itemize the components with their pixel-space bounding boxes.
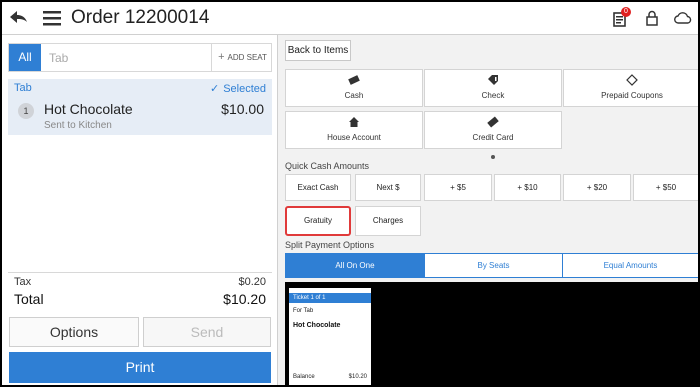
split-equal-amounts[interactable]: Equal Amounts bbox=[562, 254, 698, 277]
seat-bar: All +ADD SEAT bbox=[8, 43, 272, 72]
app-window: Order 12200014 0 All +ADD SEAT Tab ✓Sele… bbox=[2, 2, 698, 385]
pay-cash-label: Cash bbox=[344, 91, 364, 100]
cloud-icon[interactable] bbox=[674, 12, 692, 24]
pay-house-account-label: House Account bbox=[327, 133, 381, 142]
order-title: Order 12200014 bbox=[71, 7, 210, 28]
exact-cash-button[interactable]: Exact Cash bbox=[285, 174, 351, 201]
item-name: Hot Chocolate bbox=[44, 101, 133, 117]
pay-prepaid-coupons-label: Prepaid Coupons bbox=[601, 91, 663, 100]
ticket-preview-area: Ticket 1 of 1 For Tab Hot Chocolate Bala… bbox=[285, 282, 698, 385]
tax-label: Tax bbox=[14, 276, 32, 288]
ticket-balance-label: Balance bbox=[293, 374, 315, 380]
pay-check-button[interactable]: Check bbox=[424, 69, 562, 107]
quick-cash-heading: Quick Cash Amounts bbox=[285, 161, 370, 171]
plus-10-button[interactable]: + $10 bbox=[494, 174, 561, 201]
split-payment-options: All On One By Seats Equal Amounts bbox=[285, 253, 698, 278]
top-bar: Order 12200014 0 bbox=[2, 2, 698, 35]
pay-cash-button[interactable]: Cash bbox=[285, 69, 423, 107]
plus-50-button[interactable]: + $50 bbox=[633, 174, 698, 201]
back-arrow-icon[interactable] bbox=[9, 9, 29, 27]
tab-group-header[interactable]: Tab ✓ Selected bbox=[8, 79, 272, 97]
plus-20-button[interactable]: + $20 bbox=[563, 174, 631, 201]
pay-credit-card-label: Credit Card bbox=[472, 133, 514, 142]
payment-panel: Back to Items Cash Check Prepaid Coupons… bbox=[277, 35, 698, 385]
credit-card-icon bbox=[487, 116, 499, 128]
print-button[interactable]: Print bbox=[9, 352, 271, 383]
house-icon bbox=[349, 117, 359, 127]
split-all-on-one[interactable]: All On One bbox=[286, 254, 424, 277]
selected-label: Selected bbox=[223, 83, 266, 95]
selected-indicator: ✓ Selected bbox=[210, 82, 266, 95]
list-item[interactable]: 1 Hot Chocolate $10.00 Sent to Kitchen bbox=[8, 97, 272, 135]
order-panel: All +ADD SEAT Tab ✓Selected 1 Hot Chocol… bbox=[2, 35, 277, 385]
total-value: $10.20 bbox=[223, 291, 266, 307]
gratuity-button[interactable]: Gratuity bbox=[285, 206, 351, 236]
add-seat-button[interactable]: + ADD SEAT bbox=[211, 44, 273, 71]
lock-icon[interactable] bbox=[646, 10, 658, 26]
pay-prepaid-coupons-button[interactable]: Prepaid Coupons bbox=[563, 69, 698, 107]
hamburger-menu-icon[interactable] bbox=[43, 10, 61, 26]
total-label: Total bbox=[14, 291, 44, 307]
charges-button[interactable]: Charges bbox=[355, 206, 421, 236]
split-by-seats[interactable]: By Seats bbox=[424, 254, 562, 277]
tab-all[interactable]: All bbox=[9, 44, 41, 71]
send-button[interactable]: Send bbox=[143, 317, 271, 347]
split-payment-heading: Split Payment Options bbox=[285, 240, 375, 250]
check-icon bbox=[488, 75, 498, 85]
pay-credit-card-button[interactable]: Credit Card bbox=[424, 111, 562, 149]
next-dollar-button[interactable]: Next $ bbox=[355, 174, 421, 201]
tax-value: $0.20 bbox=[238, 276, 266, 288]
pay-house-account-button[interactable]: House Account bbox=[285, 111, 423, 149]
options-button[interactable]: Options bbox=[9, 317, 139, 347]
tab-name-input[interactable] bbox=[49, 50, 199, 66]
plus-icon: + bbox=[218, 51, 225, 63]
order-item-list: Tab ✓ Selected 1 Hot Chocolate $10.00 Sen… bbox=[8, 79, 272, 273]
item-status: Sent to Kitchen bbox=[44, 120, 112, 131]
back-to-items-button[interactable]: Back to Items bbox=[285, 40, 351, 61]
coupon-icon bbox=[626, 74, 638, 86]
seat-number-badge: 1 bbox=[18, 103, 34, 119]
ticket-header: Ticket 1 of 1 bbox=[289, 293, 371, 303]
plus-5-button[interactable]: + $5 bbox=[424, 174, 492, 201]
tab-group-label: Tab bbox=[14, 82, 32, 94]
cash-icon bbox=[348, 75, 360, 85]
ticket-item-name: Hot Chocolate bbox=[293, 322, 341, 329]
notification-badge: 0 bbox=[621, 7, 631, 17]
ticket-balance-value: $10.20 bbox=[348, 374, 367, 380]
item-price: $10.00 bbox=[221, 101, 264, 117]
totals-section: Tax $0.20 Total $10.20 bbox=[8, 272, 272, 309]
checkmark-icon: ✓ bbox=[209, 83, 220, 95]
page-indicator-dot bbox=[491, 155, 495, 159]
pay-check-label: Check bbox=[481, 91, 505, 100]
ticket-for-label: For Tab bbox=[293, 308, 314, 314]
add-seat-label: ADD SEAT bbox=[227, 53, 267, 62]
ticket-card[interactable]: Ticket 1 of 1 For Tab Hot Chocolate Bala… bbox=[289, 288, 371, 385]
